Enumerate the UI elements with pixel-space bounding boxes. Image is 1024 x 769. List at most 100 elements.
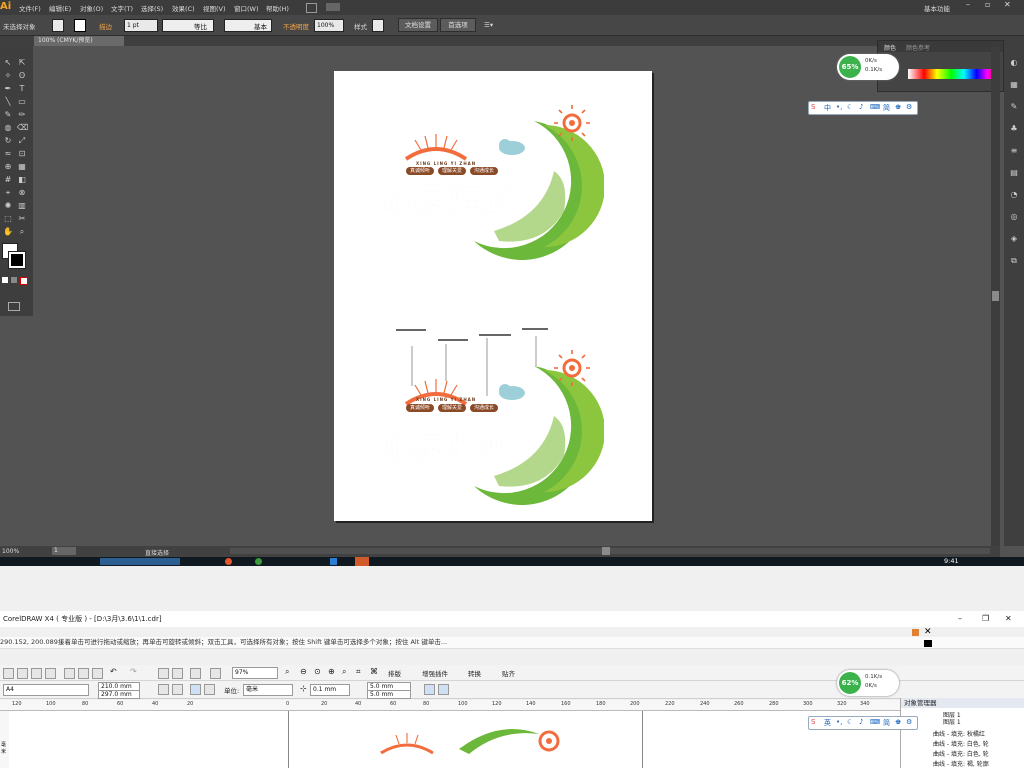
- menu-file[interactable]: 文件(F): [19, 3, 41, 13]
- blend-tool-icon[interactable]: ⊗: [17, 188, 27, 197]
- menu-layout[interactable]: 排版: [388, 668, 401, 678]
- page-size-select[interactable]: A4: [3, 684, 89, 696]
- symbols-icon[interactable]: ♣: [1009, 124, 1019, 133]
- network-speed-widget-top[interactable]: 65% 0K/s 0.1K/s: [837, 54, 899, 80]
- print-icon[interactable]: [45, 668, 56, 679]
- close-icon[interactable]: ✕: [1004, 0, 1011, 9]
- ime-moon-icon[interactable]: ☾: [847, 103, 853, 111]
- symbol-sprayer-icon[interactable]: ✺: [3, 201, 13, 210]
- color-panel-icon[interactable]: ◐: [1009, 58, 1019, 67]
- ime-settings-icon[interactable]: ⚙: [906, 718, 912, 726]
- zoom-selected-icon[interactable]: ⊕: [328, 667, 335, 676]
- object-row[interactable]: 曲线 - 填充: 白色, 轮: [933, 749, 989, 758]
- opacity-label[interactable]: 不透明度: [283, 21, 309, 31]
- line-tool-icon[interactable]: ╲: [3, 97, 13, 106]
- snap-icon[interactable]: ⌗: [356, 667, 361, 677]
- artboard[interactable]: XING LING YI ZHAN 真诚倾听 理解关爱 沟通成长 心灵驿站 XI…: [334, 71, 652, 521]
- portrait-icon[interactable]: [158, 684, 169, 695]
- zoom-page-icon[interactable]: ⌕: [342, 667, 346, 677]
- cd-minimize-icon[interactable]: –: [958, 611, 962, 627]
- workspace-switcher[interactable]: 基本功能: [924, 3, 950, 13]
- none-mode-icon[interactable]: [20, 277, 28, 285]
- arrange-documents-icon[interactable]: [326, 3, 340, 11]
- menu-effect[interactable]: 效果(C): [172, 3, 195, 13]
- taskbar-item-active[interactable]: [100, 558, 180, 565]
- options-icon[interactable]: ⌘: [370, 667, 378, 676]
- welcome-icon[interactable]: [210, 668, 221, 679]
- artboards-icon[interactable]: ⧉: [1009, 256, 1019, 265]
- redo-icon[interactable]: ↷: [130, 667, 137, 676]
- ime-punctuation-icon[interactable]: •,: [836, 103, 842, 111]
- ime-settings-icon[interactable]: ⚙: [906, 103, 912, 111]
- cut-icon[interactable]: [64, 668, 75, 679]
- duplicate-y-field[interactable]: 5.0 mm: [367, 690, 411, 699]
- pencil-icon[interactable]: ✏: [17, 110, 27, 119]
- maximize-icon[interactable]: ▫: [985, 0, 990, 9]
- eyedropper-icon[interactable]: ⌖: [3, 188, 13, 197]
- all-pages-icon[interactable]: [190, 684, 201, 695]
- new-icon[interactable]: [3, 668, 14, 679]
- ime-keyboard-icon[interactable]: ⌨: [870, 718, 880, 726]
- ime-punctuation-icon[interactable]: •,: [836, 718, 842, 726]
- menu-plugins[interactable]: 增强插件: [422, 668, 448, 678]
- undo-icon[interactable]: ↶: [110, 667, 117, 676]
- ime-keyboard-icon[interactable]: ⌨: [870, 103, 880, 111]
- copy-icon[interactable]: [78, 668, 89, 679]
- object-row[interactable]: 曲线 - 填充: 白色, 轮: [933, 739, 989, 748]
- stroke-weight-field[interactable]: 1 pt: [124, 19, 158, 32]
- ime-simplified[interactable]: 简: [883, 718, 890, 728]
- object-row[interactable]: 曲线 - 填充: 秋橘红: [933, 729, 985, 738]
- rectangle-tool-icon[interactable]: ▭: [17, 97, 27, 106]
- layers-icon[interactable]: ◈: [1009, 234, 1019, 243]
- taskbar-app-icon-4[interactable]: [355, 557, 369, 566]
- menu-select[interactable]: 选择(S): [141, 3, 163, 13]
- stroke-swatch[interactable]: [74, 19, 86, 32]
- ime-voice-icon[interactable]: ♪: [859, 103, 863, 111]
- network-speed-widget-bottom[interactable]: 62% 0.1K/s 0K/s: [837, 670, 899, 696]
- taskbar-app-icon[interactable]: [225, 558, 232, 565]
- style-swatch[interactable]: [372, 19, 384, 32]
- graph-tool-icon[interactable]: ▥: [17, 201, 27, 210]
- ime-mode-english[interactable]: 英: [824, 718, 831, 728]
- ai-horizontal-scrollbar[interactable]: [230, 548, 990, 554]
- menu-window[interactable]: 窗口(W): [234, 3, 259, 13]
- gradient-tool-icon[interactable]: ◧: [17, 175, 27, 184]
- zoom-level-select[interactable]: 97%: [232, 667, 278, 679]
- preferences-button[interactable]: 首选项: [440, 18, 476, 32]
- free-transform-icon[interactable]: ⊡: [17, 149, 27, 158]
- transparency-icon[interactable]: ◔: [1009, 190, 1019, 199]
- zoom-tool-icon-cd[interactable]: ⌕: [285, 667, 289, 677]
- edit-across-layers-icon[interactable]: [438, 684, 449, 695]
- menu-object[interactable]: 对象(O): [80, 3, 103, 13]
- ime-skin-icon[interactable]: ♚: [895, 718, 901, 726]
- minimize-icon[interactable]: –: [966, 0, 970, 9]
- menu-snap[interactable]: 贴齐: [502, 668, 515, 678]
- tab-color[interactable]: 颜色: [884, 43, 896, 52]
- page-height-field[interactable]: 297.0 mm: [98, 690, 140, 699]
- ime-moon-icon[interactable]: ☾: [847, 718, 853, 726]
- landscape-icon[interactable]: [172, 684, 183, 695]
- import-icon[interactable]: [158, 668, 169, 679]
- document-setup-button[interactable]: 文档设置: [398, 18, 438, 32]
- export-icon[interactable]: [172, 668, 183, 679]
- warp-tool-icon[interactable]: ≈: [3, 149, 13, 158]
- ime-voice-icon[interactable]: ♪: [859, 718, 863, 726]
- current-page-icon[interactable]: [204, 684, 215, 695]
- artboard-tool-icon[interactable]: ⬚: [3, 214, 13, 223]
- ime-toolbar-top[interactable]: S 中 •, ☾ ♪ ⌨ 简 ♚ ⚙: [808, 101, 918, 115]
- appearance-icon[interactable]: ◎: [1009, 212, 1019, 221]
- menu-help[interactable]: 帮助(H): [266, 3, 289, 13]
- selection-tool-icon[interactable]: ↖: [3, 58, 13, 67]
- layer-row[interactable]: 图层 1: [943, 717, 961, 726]
- magic-wand-icon[interactable]: ✧: [3, 71, 13, 80]
- zoom-level[interactable]: 100%: [2, 548, 19, 555]
- gradient-mode-icon[interactable]: [11, 277, 17, 283]
- cd-restore-icon[interactable]: ❐: [982, 611, 989, 627]
- bridge-icon[interactable]: [306, 3, 317, 13]
- ime-skin-icon[interactable]: ♚: [895, 103, 901, 111]
- paintbrush-icon[interactable]: ✎: [3, 110, 13, 119]
- stroke-color-box[interactable]: [9, 252, 25, 268]
- menu-type[interactable]: 文字(T): [111, 3, 133, 13]
- menu-view[interactable]: 视图(V): [203, 3, 226, 13]
- pen-tool-icon[interactable]: ✒: [3, 84, 13, 93]
